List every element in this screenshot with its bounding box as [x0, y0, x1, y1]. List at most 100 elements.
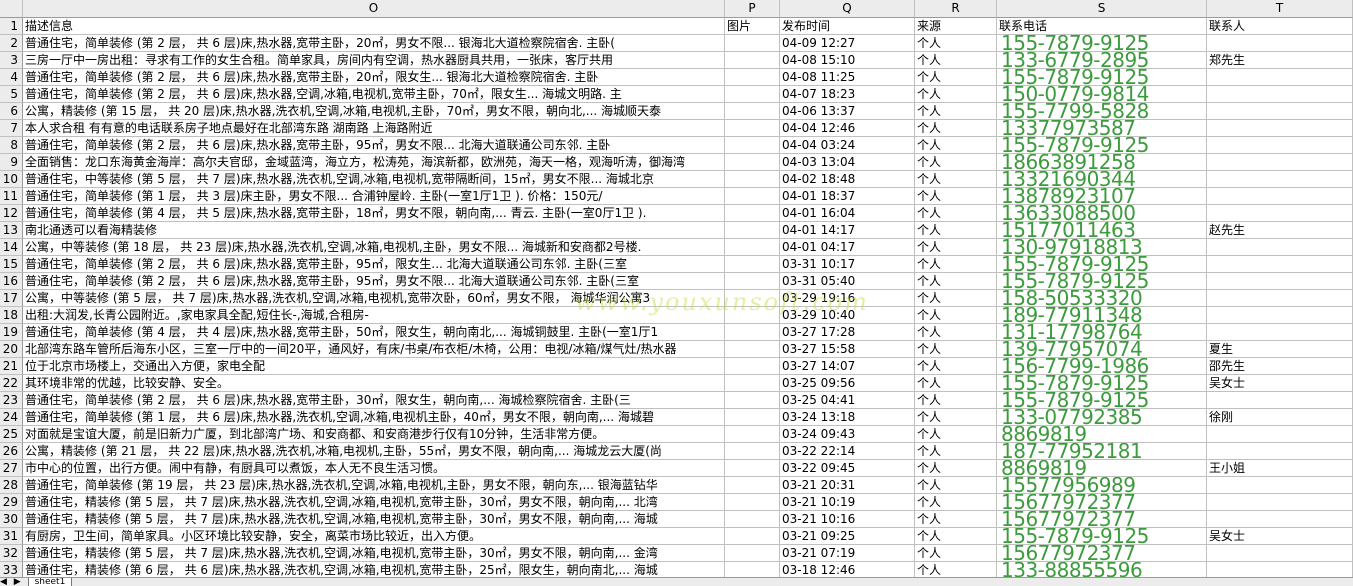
cell-phone[interactable]: 155-7799-5828 — [997, 103, 1207, 120]
cell-publish-time[interactable]: 03-29 19:16 — [780, 290, 915, 307]
cell-phone[interactable]: 155-7879-9125 — [997, 256, 1207, 273]
cell-publish-time[interactable]: 04-01 04:17 — [780, 239, 915, 256]
cell-source[interactable]: 个人 — [915, 324, 997, 341]
cell-phone[interactable]: 13321690344 — [997, 171, 1207, 188]
cell-source[interactable]: 个人 — [915, 86, 997, 103]
cell-publish-time[interactable]: 03-29 10:40 — [780, 307, 915, 324]
cell-description[interactable]: 普通住宅，简单装修 (第 2 层， 共 6 层)床,热水器,空调,冰箱,电视机,… — [23, 86, 725, 103]
cell-description[interactable]: 普通住宅，简单装修 (第 2 层， 共 6 层)床,热水器,宽带主卧，95㎡，限… — [23, 256, 725, 273]
cell-picture[interactable] — [725, 307, 780, 324]
cell-publish-time[interactable]: 03-21 07:19 — [780, 545, 915, 562]
cell-source[interactable]: 个人 — [915, 52, 997, 69]
cell-source[interactable]: 个人 — [915, 69, 997, 86]
cell-description[interactable]: 全面销售：龙口东海黄金海岸：高尔夫官邸，金域蓝湾，海立方，松涛苑，海滨新都，欧洲… — [23, 154, 725, 171]
cell-publish-time[interactable]: 03-27 17:28 — [780, 324, 915, 341]
cell-picture[interactable] — [725, 545, 780, 562]
cell-contact[interactable] — [1207, 511, 1353, 528]
cell-source[interactable]: 个人 — [915, 375, 997, 392]
cell-picture[interactable] — [725, 154, 780, 171]
cell-source[interactable]: 个人 — [915, 409, 997, 426]
cell-contact[interactable] — [1207, 256, 1353, 273]
cell-contact[interactable] — [1207, 154, 1353, 171]
cell-source[interactable]: 个人 — [915, 256, 997, 273]
cell-picture[interactable] — [725, 494, 780, 511]
cell-publish-time[interactable]: 03-27 14:07 — [780, 358, 915, 375]
row-header[interactable]: 13 — [0, 222, 23, 239]
cell-description[interactable]: 普通住宅，简单装修 (第 2 层， 共 6 层)床,热水器,宽带主卧，95㎡，男… — [23, 273, 725, 290]
cell-contact[interactable] — [1207, 477, 1353, 494]
cell-description[interactable]: 普通住宅，简单装修 (第 1 层， 共 3 层)床主卧，男女不限... 合浦钟屋… — [23, 188, 725, 205]
cell-phone[interactable]: 155-7879-9125 — [997, 375, 1207, 392]
row-header[interactable]: 14 — [0, 239, 23, 256]
cell-source[interactable]: 个人 — [915, 494, 997, 511]
cell-phone[interactable]: 189-77911348 — [997, 307, 1207, 324]
cell-description[interactable]: 普通住宅，简单装修 (第 2 层， 共 6 层)床,热水器,宽带主卧，30㎡，限… — [23, 392, 725, 409]
cell-phone[interactable]: 18663891258 — [997, 154, 1207, 171]
row-header[interactable]: 1 — [0, 18, 23, 35]
cell-contact[interactable] — [1207, 205, 1353, 222]
row-header[interactable]: 11 — [0, 188, 23, 205]
cell-source[interactable]: 个人 — [915, 103, 997, 120]
cell-description[interactable]: 公寓，中等装修 (第 18 层， 共 23 层)床,热水器,洗衣机,空调,冰箱,… — [23, 239, 725, 256]
cell-phone[interactable]: 155-7879-9125 — [997, 273, 1207, 290]
cell-picture[interactable] — [725, 443, 780, 460]
cell-phone[interactable]: 130-97918813 — [997, 239, 1207, 256]
cell-publish-time[interactable]: 04-08 15:10 — [780, 52, 915, 69]
cell-phone[interactable]: 158-50533320 — [997, 290, 1207, 307]
cell-contact[interactable]: 夏生 — [1207, 341, 1353, 358]
cell-source[interactable]: 个人 — [915, 426, 997, 443]
cell-phone[interactable]: 133-6779-2895 — [997, 52, 1207, 69]
cell-phone[interactable]: 155-7879-9125 — [997, 392, 1207, 409]
cell-phone-header[interactable]: 联系电话 — [997, 18, 1207, 35]
cell-publish-time[interactable]: 03-25 09:56 — [780, 375, 915, 392]
row-header[interactable]: 30 — [0, 511, 23, 528]
row-header[interactable]: 3 — [0, 52, 23, 69]
cell-contact[interactable] — [1207, 494, 1353, 511]
cell-picture[interactable] — [725, 120, 780, 137]
cell-picture[interactable] — [725, 392, 780, 409]
row-header[interactable]: 32 — [0, 545, 23, 562]
cell-picture[interactable] — [725, 103, 780, 120]
cell-publish-time[interactable]: 04-04 03:24 — [780, 137, 915, 154]
row-header[interactable]: 27 — [0, 460, 23, 477]
cell-picture[interactable] — [725, 375, 780, 392]
cell-source[interactable]: 个人 — [915, 545, 997, 562]
cell-publish-time[interactable]: 03-31 05:40 — [780, 273, 915, 290]
cell-phone[interactable]: 155-7879-9125 — [997, 528, 1207, 545]
cell-picture[interactable] — [725, 477, 780, 494]
cell-publish-time[interactable]: 03-25 04:41 — [780, 392, 915, 409]
row-header[interactable]: 10 — [0, 171, 23, 188]
cell-source[interactable]: 个人 — [915, 120, 997, 137]
cell-source[interactable]: 个人 — [915, 358, 997, 375]
cell-source[interactable]: 个人 — [915, 137, 997, 154]
cell-contact[interactable]: 邵先生 — [1207, 358, 1353, 375]
cell-description[interactable]: 公寓，精装修 (第 15 层， 共 20 层)床,热水器,洗衣机,空调,冰箱,电… — [23, 103, 725, 120]
cell-contact[interactable] — [1207, 35, 1353, 52]
cell-publish-time[interactable]: 04-01 14:17 — [780, 222, 915, 239]
cell-contact[interactable] — [1207, 137, 1353, 154]
cell-picture[interactable] — [725, 273, 780, 290]
cell-picture[interactable] — [725, 460, 780, 477]
cell-contact[interactable] — [1207, 171, 1353, 188]
cell-contact[interactable] — [1207, 392, 1353, 409]
cell-phone[interactable]: 15577956989 — [997, 477, 1207, 494]
cell-description[interactable]: 对面就是宝谊大厦，前是旧新力广厦，到北部湾广场、和安商都、和安商港步行仅有10分… — [23, 426, 725, 443]
cell-description[interactable]: 三房一厅中一房出租：寻求有工作的女生合租。简单家具，房间内有空调，热水器厨具共用… — [23, 52, 725, 69]
cell-publish-time[interactable]: 03-21 09:25 — [780, 528, 915, 545]
cell-phone[interactable]: 155-7879-9125 — [997, 35, 1207, 52]
cell-contact[interactable]: 王小姐 — [1207, 460, 1353, 477]
cell-phone[interactable]: 150-0779-9814 — [997, 86, 1207, 103]
cell-description[interactable]: 普通住宅，简单装修 (第 2 层， 共 6 层)床,热水器,宽带主卧，20㎡，男… — [23, 35, 725, 52]
cell-source[interactable]: 个人 — [915, 477, 997, 494]
cell-contact[interactable]: 吴女士 — [1207, 528, 1353, 545]
column-header-Q[interactable]: Q — [780, 0, 915, 18]
row-header[interactable]: 4 — [0, 69, 23, 86]
cell-description[interactable]: 公寓，精装修 (第 21 层， 共 22 层)床,热水器,洗衣机,冰箱,电视机,… — [23, 443, 725, 460]
cell-description[interactable]: 位于北京市场楼上，交通出入方便，家电全配 — [23, 358, 725, 375]
cell-picture[interactable] — [725, 409, 780, 426]
cell-desc-header[interactable]: 描述信息 — [23, 18, 725, 35]
cell-phone[interactable]: 133-07792385 — [997, 409, 1207, 426]
cell-phone[interactable]: 8869819 — [997, 460, 1207, 477]
cell-description[interactable]: 其环境非常的优越，比较安静、安全。 — [23, 375, 725, 392]
cell-picture[interactable] — [725, 205, 780, 222]
